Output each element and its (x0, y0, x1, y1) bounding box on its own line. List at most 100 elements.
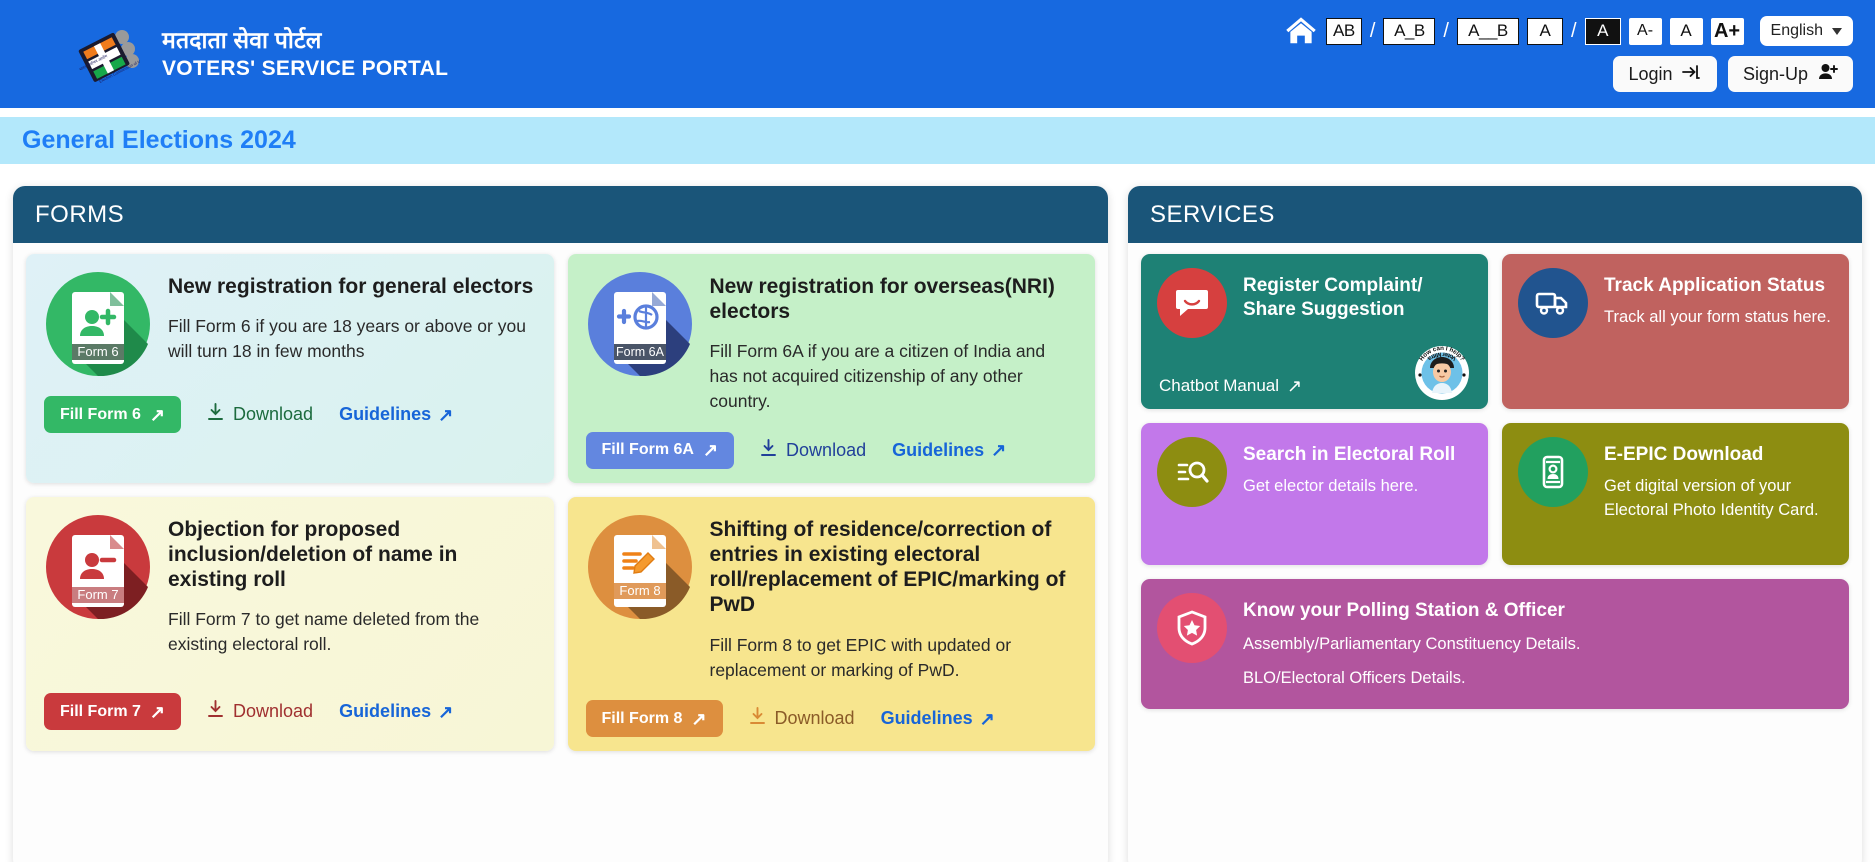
language-value: English (1770, 22, 1823, 39)
fill-form6a-button[interactable]: Fill Form 6A ↗ (585, 431, 735, 469)
download-form6-label: Download (233, 404, 314, 424)
external-arrow-icon: ↗ (991, 440, 1007, 461)
external-arrow-icon: ↗ (149, 701, 165, 722)
external-arrow-icon: ↗ (438, 701, 454, 722)
brand-title-hindi: मतदाता सेवा पोर्टल (162, 26, 322, 53)
service-card-title: Search in Electoral Roll (1243, 444, 1456, 465)
fill-form7-label: Fill Form 7 (60, 702, 141, 720)
fill-form6a-label: Fill Form 6A (601, 441, 694, 459)
form-card-title: Shifting of residence/correction of entr… (709, 517, 1066, 617)
brand-text: मतदाता सेवा पोर्टल VOTERS' SERVICE PORTA… (162, 27, 448, 82)
forms-panel-title: FORMS (35, 200, 125, 228)
signup-button[interactable]: Sign-Up (1727, 56, 1853, 92)
fill-form6-button[interactable]: Fill Form 6 ↗ (44, 396, 181, 433)
service-card-subtitle: Assembly/Parliamentary Constituency Deta… (1243, 635, 1581, 654)
election-banner-title: General Elections 2024 (22, 126, 296, 154)
site-header: भारत निर्वाचन आयोग Election Commission o… (0, 0, 1875, 108)
service-card-title: Register Complaint/ Share Suggestion (1243, 275, 1423, 321)
letter-spacing-medium-button[interactable]: A_B (1383, 17, 1436, 45)
form-card-description: Fill Form 6 if you are 18 years or above… (168, 316, 526, 362)
download-form6a-label: Download (786, 439, 867, 460)
download-form8-link[interactable]: Download (749, 707, 855, 730)
fill-form8-button[interactable]: Fill Form 8 ↗ (585, 700, 723, 738)
form-card-form6a[interactable]: Form 6A New registration for overseas(NR… (567, 254, 1095, 483)
guidelines-form6-link[interactable]: Guidelines ↗ (339, 404, 453, 425)
font-increase-button[interactable]: A+ (1710, 17, 1744, 45)
contrast-inverted-button[interactable]: A (1584, 17, 1621, 45)
font-decrease-button[interactable]: A- (1628, 17, 1662, 45)
login-button[interactable]: Login (1612, 56, 1717, 92)
download-form7-link[interactable]: Download (207, 700, 313, 723)
auth-buttons: Login Sign-Up (1612, 56, 1853, 92)
letter-spacing-wide-button[interactable]: A__B (1456, 17, 1519, 45)
service-card-title: E-EPIC Download (1604, 444, 1764, 465)
external-arrow-icon: ↗ (149, 404, 165, 425)
chatbot-manual-link[interactable]: Chatbot Manual ↗ (1159, 376, 1302, 396)
fill-form6-label: Fill Form 6 (60, 405, 141, 423)
service-card-title: Track Application Status (1604, 275, 1826, 296)
accessibility-toolbar: AB / A_B / A__B A / A A- A A+ English (1284, 16, 1853, 46)
svg-text:Form 6A: Form 6A (616, 345, 665, 359)
form8-edit-doc-icon: Form 8 (586, 513, 694, 621)
chatbot-manual-label: Chatbot Manual (1159, 376, 1280, 395)
signup-label: Sign-Up (1742, 63, 1808, 84)
voter-mitra-mascot[interactable]: How can I help? Voter Mitra (1414, 345, 1470, 401)
font-normal-button[interactable]: A (1669, 17, 1703, 45)
form-card-title: New registration for overseas(NRI) elect… (709, 275, 1055, 324)
forms-grid: Form 6 New registration for general elec… (26, 254, 1095, 752)
svg-text:Form 6: Form 6 (77, 344, 118, 359)
form-card-form7[interactable]: Form 7 Objection for proposed inclusion/… (26, 496, 554, 752)
brand-title-english: VOTERS' SERVICE PORTAL (162, 56, 449, 80)
login-label: Login (1628, 63, 1673, 84)
letter-spacing-normal-button[interactable]: AB (1325, 17, 1362, 45)
service-card-track-status[interactable]: Track Application Status Track all your … (1502, 254, 1849, 409)
brand[interactable]: भारत निर्वाचन आयोग Election Commission o… (0, 23, 448, 85)
forms-panel-header: FORMS (13, 186, 1108, 243)
contrast-normal-button[interactable]: A (1526, 17, 1563, 45)
language-select[interactable]: English (1759, 16, 1853, 46)
external-arrow-icon: ↗ (438, 404, 454, 425)
form-card-description: Fill Form 7 to get name deleted from the… (168, 609, 480, 655)
guidelines-form6a-link[interactable]: Guidelines ↗ (892, 440, 1006, 461)
service-card-subtitle: Track all your form status here. (1604, 308, 1831, 327)
id-card-icon (1518, 437, 1588, 507)
form7-remove-person-doc-icon: Form 7 (44, 513, 152, 621)
fill-form7-button[interactable]: Fill Form 7 ↗ (44, 693, 181, 731)
download-icon (749, 707, 766, 730)
form-card-form8[interactable]: Form 8 Shifting of residence/correction … (567, 496, 1095, 752)
guidelines-form8-label: Guidelines (880, 708, 973, 729)
service-card-search-electoral-roll[interactable]: Search in Electoral Roll Get elector det… (1141, 423, 1488, 565)
service-card-register-complaint[interactable]: Register Complaint/ Share Suggestion Cha… (1141, 254, 1488, 409)
header-controls: AB / A_B / A__B A / A A- A A+ English Lo… (1284, 0, 1853, 108)
services-grid: Register Complaint/ Share Suggestion Cha… (1141, 254, 1849, 709)
svg-text:Form 7: Form 7 (77, 587, 118, 602)
separator: / (1443, 19, 1449, 42)
guidelines-form6-label: Guidelines (339, 404, 432, 424)
form6-add-person-doc-icon: Form 6 (44, 270, 152, 378)
service-card-subtitle: Get digital version of your Electoral Ph… (1604, 477, 1819, 520)
shield-star-icon (1157, 593, 1227, 663)
separator: / (1369, 19, 1376, 42)
chat-bubble-icon (1157, 268, 1227, 338)
download-form6a-link[interactable]: Download (760, 438, 867, 462)
login-arrow-icon (1682, 64, 1701, 85)
service-card-polling-station[interactable]: Know your Polling Station & Officer Asse… (1141, 579, 1849, 709)
guidelines-form8-link[interactable]: Guidelines ↗ (881, 708, 995, 729)
svg-text:Form 8: Form 8 (619, 583, 660, 598)
services-panel: SERVICES Register Complaint/ Share Sugge… (1128, 186, 1862, 862)
search-list-icon (1157, 437, 1227, 507)
download-icon (207, 403, 224, 426)
add-user-icon (1818, 63, 1838, 85)
form-card-description: Fill Form 8 to get EPIC with updated or … (709, 634, 1012, 680)
guidelines-form7-link[interactable]: Guidelines ↗ (339, 701, 453, 722)
external-arrow-icon: ↗ (691, 708, 707, 729)
form6a-globe-doc-icon: Form 6A (586, 270, 694, 378)
services-panel-body: Register Complaint/ Share Suggestion Cha… (1128, 243, 1862, 720)
service-card-subtitle: Get elector details here. (1243, 477, 1419, 496)
download-form8-label: Download (774, 708, 855, 729)
download-form6-link[interactable]: Download (207, 403, 313, 426)
home-icon[interactable] (1284, 16, 1318, 46)
fill-form8-label: Fill Form 8 (601, 709, 683, 727)
form-card-form6[interactable]: Form 6 New registration for general elec… (26, 254, 554, 483)
service-card-eepic-download[interactable]: E-EPIC Download Get digital version of y… (1502, 423, 1849, 565)
